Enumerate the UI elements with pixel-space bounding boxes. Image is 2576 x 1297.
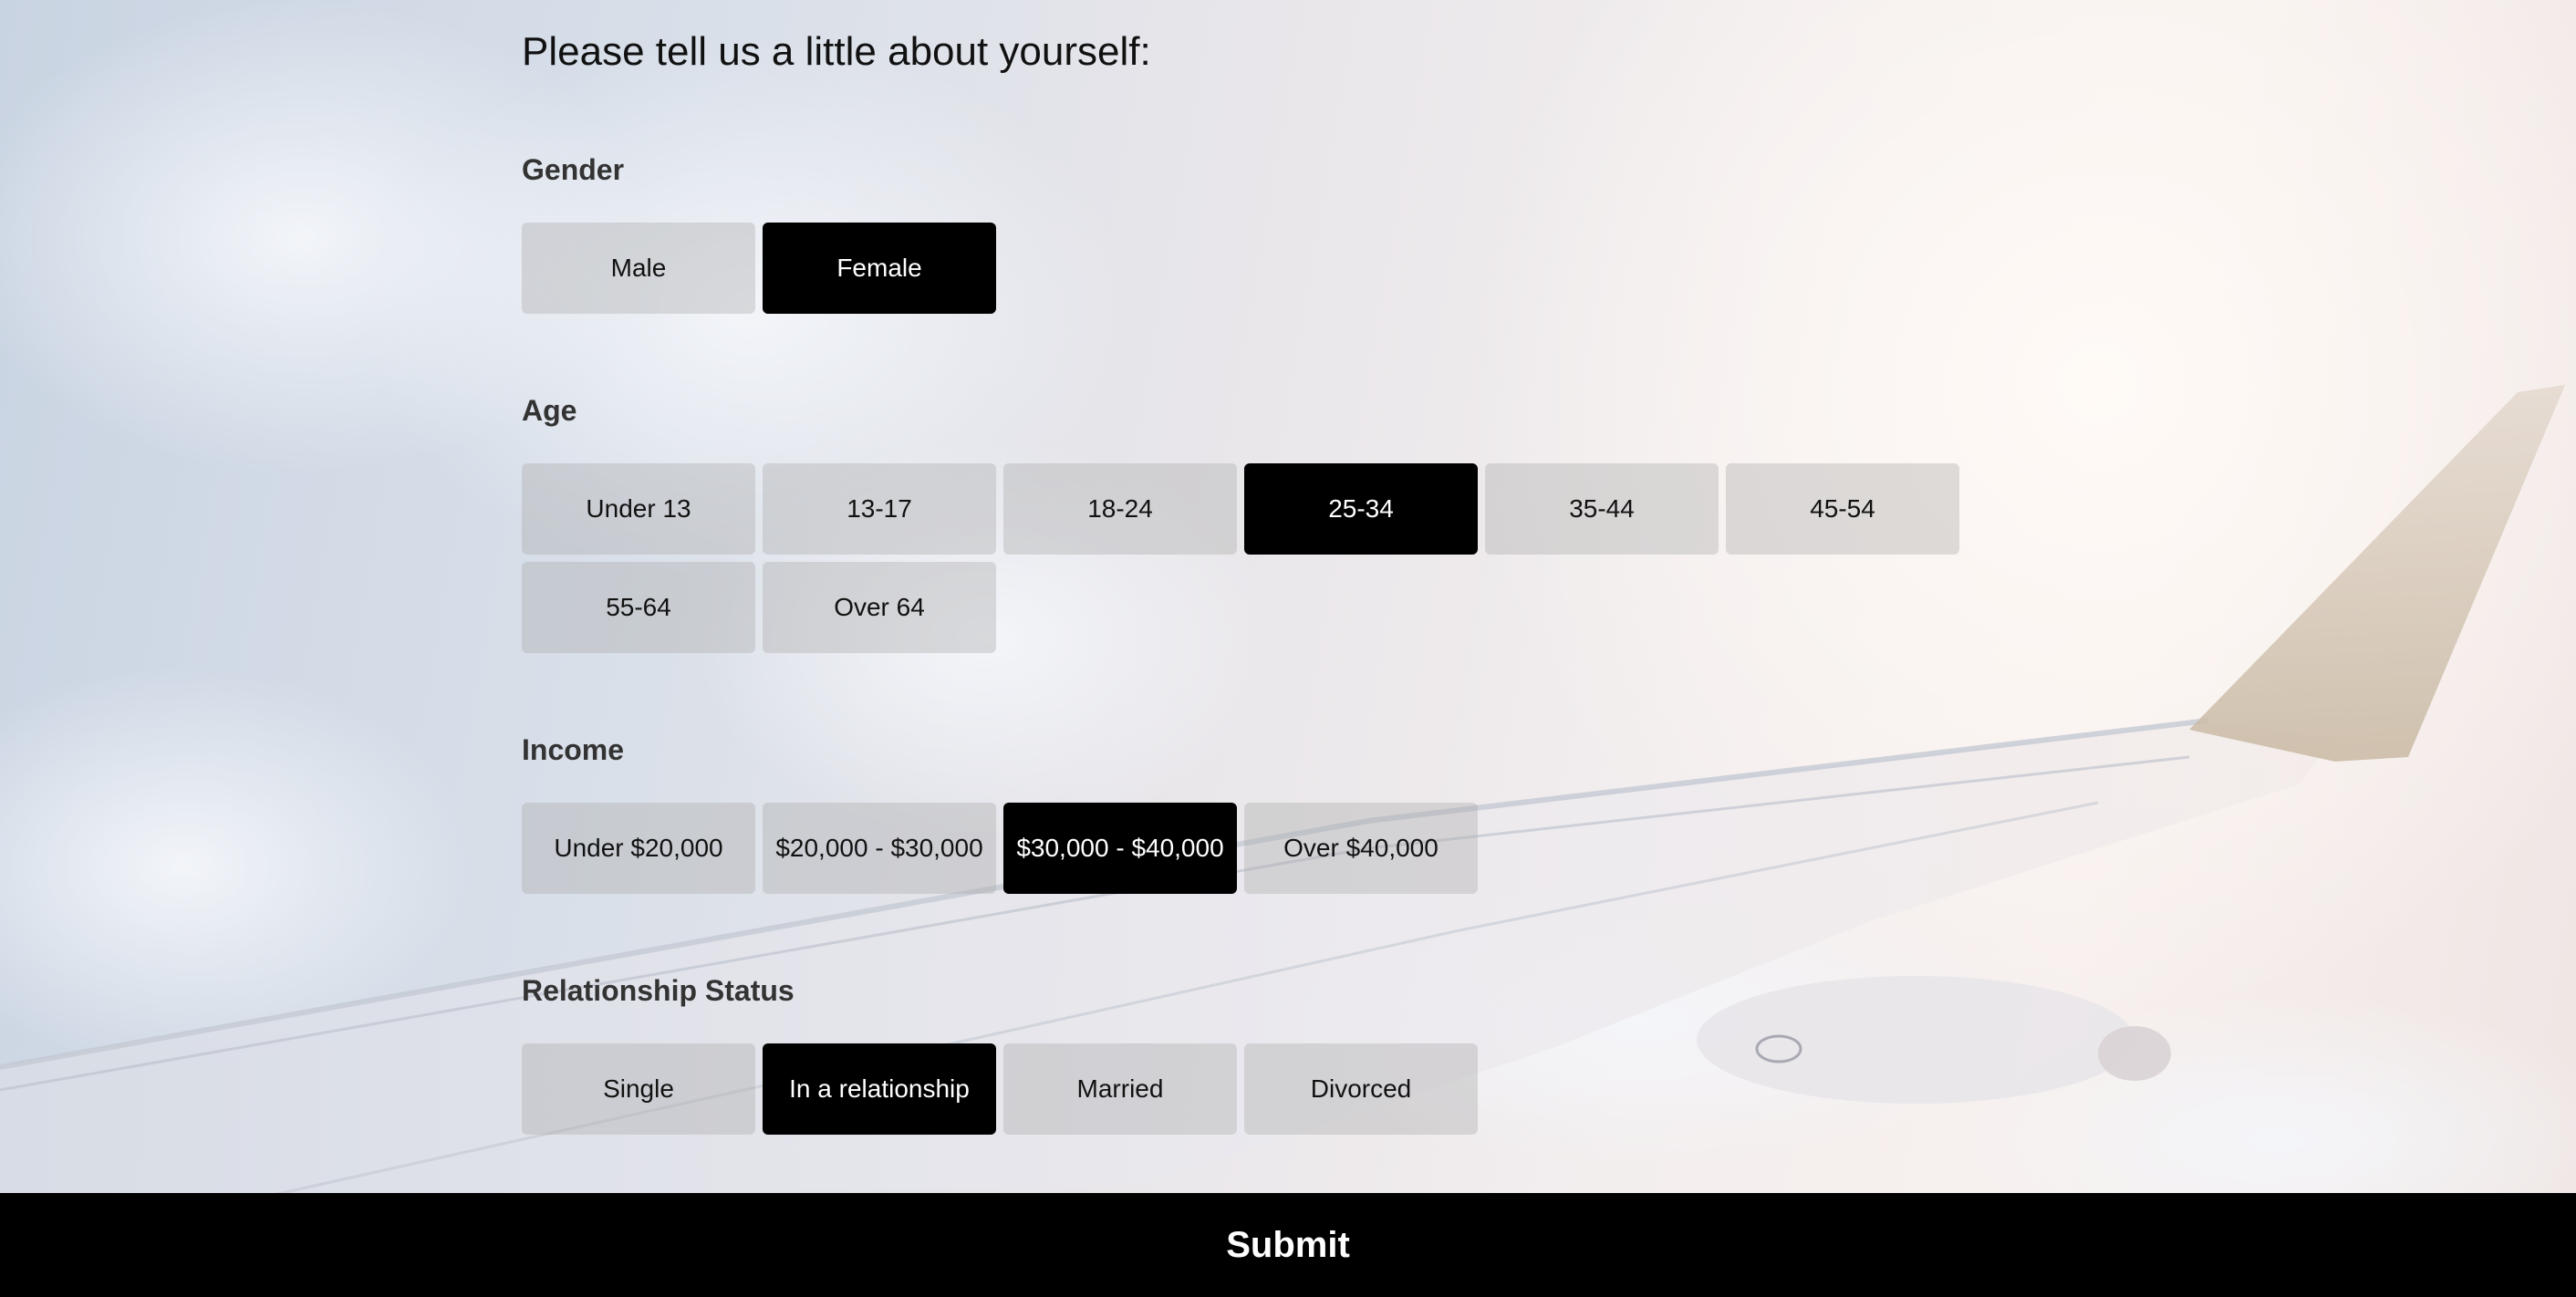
- income-option-under-20000[interactable]: Under $20,000: [522, 803, 755, 894]
- age-option-over-64[interactable]: Over 64: [763, 562, 996, 653]
- income-option-over-40000[interactable]: Over $40,000: [1244, 803, 1478, 894]
- age-section: Age: [522, 394, 576, 428]
- income-options: Under $20,000 $20,000 - $30,000 $30,000 …: [522, 803, 1981, 894]
- age-option-45-54[interactable]: 45-54: [1726, 463, 1959, 555]
- page-title: Please tell us a little about yourself:: [522, 29, 1151, 74]
- submit-button[interactable]: Submit: [0, 1193, 2576, 1297]
- age-option-13-17[interactable]: 13-17: [763, 463, 996, 555]
- relationship-option-single[interactable]: Single: [522, 1043, 755, 1135]
- relationship-options: Single In a relationship Married Divorce…: [522, 1043, 1981, 1135]
- relationship-option-married[interactable]: Married: [1003, 1043, 1237, 1135]
- age-label: Age: [522, 394, 577, 427]
- age-option-under-13[interactable]: Under 13: [522, 463, 755, 555]
- gender-option-female[interactable]: Female: [763, 223, 996, 314]
- age-option-25-34[interactable]: 25-34: [1244, 463, 1478, 555]
- gender-options: Male Female: [522, 223, 1981, 314]
- income-section: Income: [522, 733, 624, 767]
- gender-option-male[interactable]: Male: [522, 223, 755, 314]
- age-options: Under 13 13-17 18-24 25-34 35-44 45-54 5…: [522, 463, 1981, 653]
- age-option-35-44[interactable]: 35-44: [1485, 463, 1719, 555]
- relationship-option-divorced[interactable]: Divorced: [1244, 1043, 1478, 1135]
- gender-label: Gender: [522, 153, 625, 186]
- submit-label: Submit: [1226, 1224, 1350, 1265]
- age-option-18-24[interactable]: 18-24: [1003, 463, 1237, 555]
- income-option-20000-30000[interactable]: $20,000 - $30,000: [763, 803, 996, 894]
- relationship-label: Relationship Status: [522, 974, 795, 1007]
- survey-page: Please tell us a little about yourself: …: [0, 0, 2576, 1297]
- income-label: Income: [522, 733, 625, 766]
- relationship-section: Relationship Status: [522, 974, 795, 1008]
- age-option-55-64[interactable]: 55-64: [522, 562, 755, 653]
- gender-section: Gender: [522, 153, 624, 187]
- relationship-option-in-a-relationship[interactable]: In a relationship: [763, 1043, 996, 1135]
- income-option-30000-40000[interactable]: $30,000 - $40,000: [1003, 803, 1237, 894]
